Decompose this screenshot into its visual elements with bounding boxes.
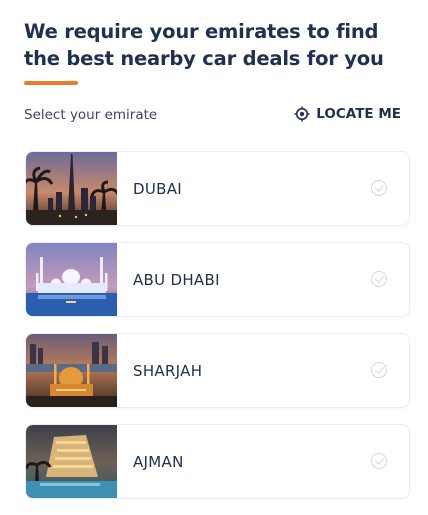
- check-circle-icon[interactable]: [371, 180, 387, 196]
- check-circle-icon[interactable]: [371, 271, 387, 287]
- select-emirate-label: Select your emirate: [24, 107, 158, 123]
- emirate-name: SHARJAH: [133, 361, 203, 380]
- target-icon: [294, 106, 310, 122]
- emirate-name: AJMAN: [133, 452, 184, 471]
- locate-me-button[interactable]: LOCATE ME: [294, 106, 401, 122]
- abu-dhabi-mosque-image: [26, 243, 117, 316]
- emirate-name: DUBAI: [133, 179, 183, 198]
- check-circle-icon[interactable]: [371, 362, 387, 378]
- ajman-resort-image: [26, 425, 117, 498]
- sharjah-mosque-image: [26, 334, 117, 407]
- emirate-card-dubai[interactable]: DUBAI: [25, 151, 410, 226]
- emirate-list: DUBAI ABU DHABI SHARJAH AJMAN: [25, 151, 410, 515]
- emirate-card-ajman[interactable]: AJMAN: [25, 424, 410, 499]
- emirate-card-sharjah[interactable]: SHARJAH: [25, 333, 410, 408]
- emirate-card-abu-dhabi[interactable]: ABU DHABI: [25, 242, 410, 317]
- locate-me-label: LOCATE ME: [316, 106, 401, 122]
- check-circle-icon[interactable]: [371, 453, 387, 469]
- dubai-skyline-image: [26, 152, 117, 225]
- emirate-name: ABU DHABI: [133, 270, 220, 289]
- title-underline: [24, 81, 78, 85]
- page-title: We require your emirates to find the bes…: [24, 20, 384, 70]
